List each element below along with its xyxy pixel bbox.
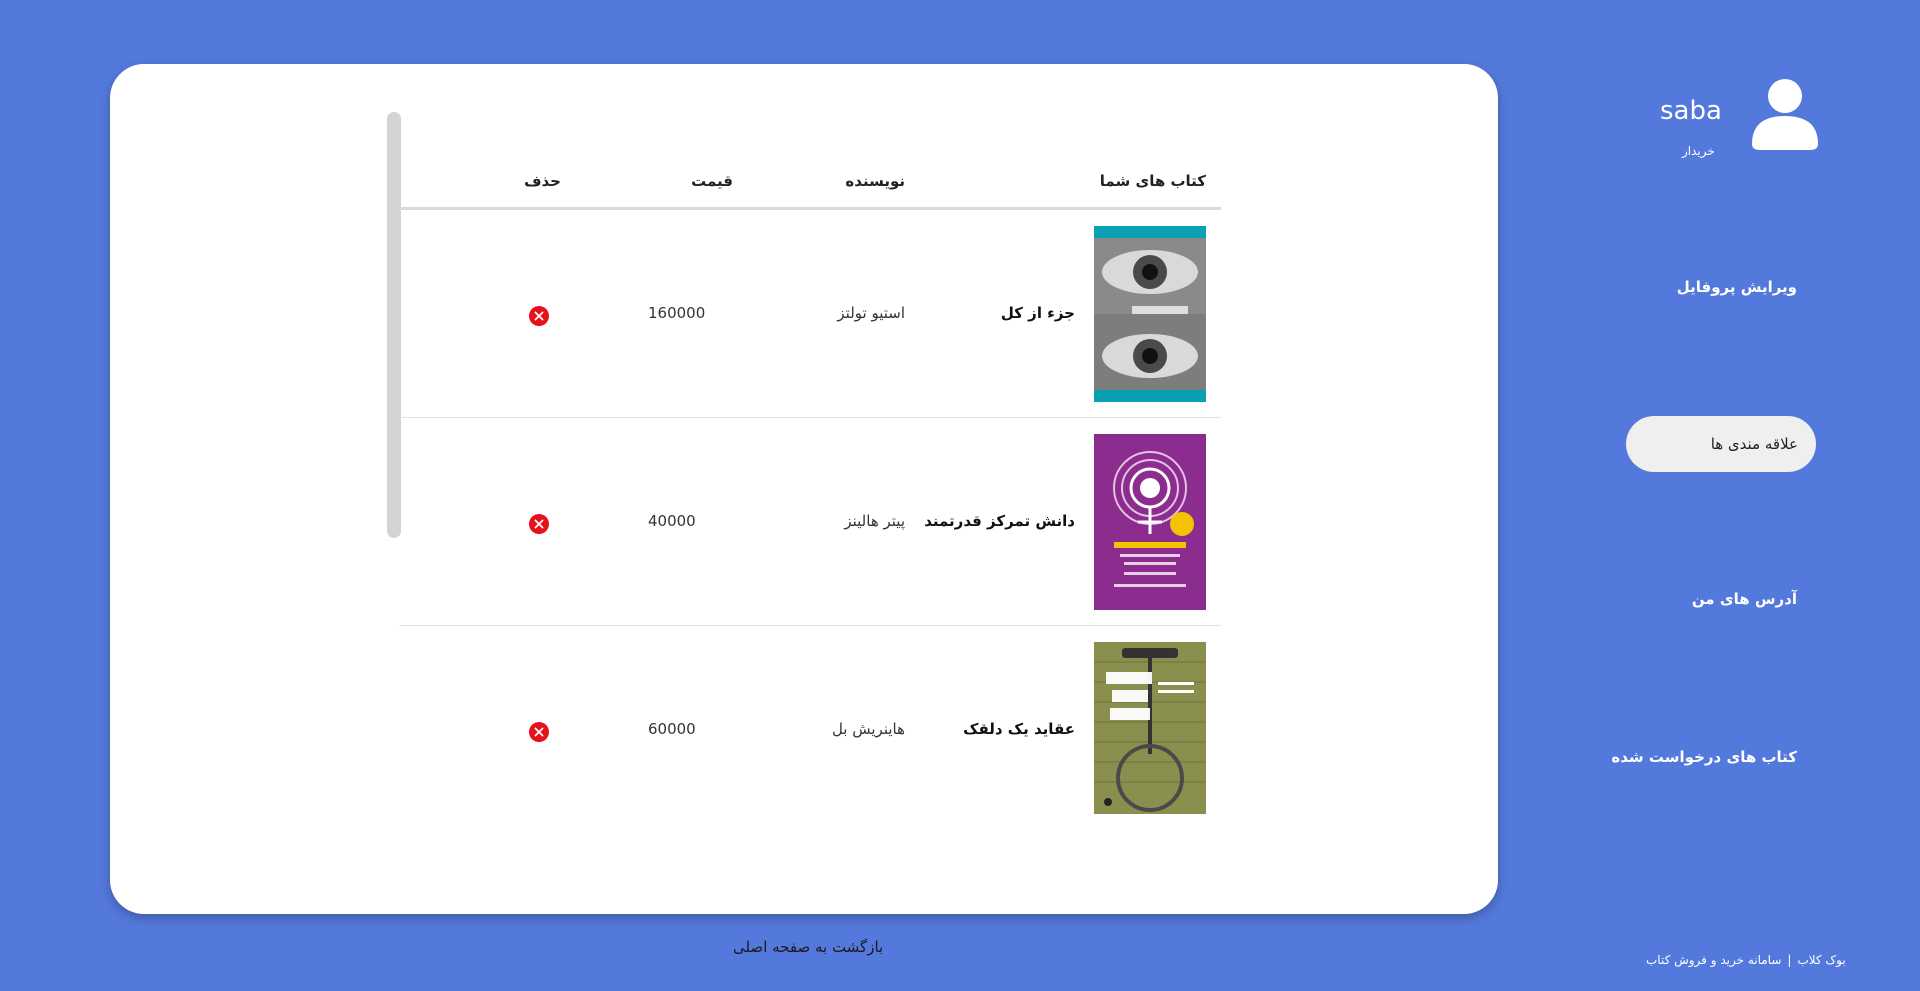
book-title[interactable]: عقاید یک دلقک (963, 720, 1075, 738)
nav-favorites[interactable]: علاقه مندی ها (1626, 416, 1816, 472)
table-row: عقاید یک دلقک هاینریش بل 60000 (399, 626, 1221, 834)
header-author: نویسنده (845, 172, 905, 190)
table-row: جزء از کل استیو تولتز 160000 (399, 210, 1221, 418)
nav-requested-books[interactable]: کتاب های درخواست شده (1611, 748, 1797, 766)
book-title[interactable]: دانش تمرکز قدرتمند (924, 512, 1075, 530)
footer: بوک کلاب | سامانه خرید و فروش کتاب (1646, 953, 1846, 967)
nav-my-addresses[interactable]: آدرس های من (1692, 590, 1797, 608)
user-role: خریدار (1682, 144, 1715, 158)
delete-button[interactable] (529, 514, 549, 534)
unicycle-cover-image[interactable] (1094, 642, 1206, 814)
header-price: قیمت (691, 172, 733, 190)
footer-tagline: سامانه خرید و فروش کتاب (1646, 953, 1782, 967)
book-author: پیتر هالینز (844, 512, 905, 530)
focus-target-cover-image[interactable] (1094, 434, 1206, 610)
footer-brand: بوک کلاب (1797, 953, 1846, 967)
book-price: 60000 (648, 720, 696, 738)
header-delete: حذف (524, 172, 561, 190)
close-icon (534, 727, 544, 737)
book-author: هاینریش بل (831, 720, 905, 738)
delete-button[interactable] (529, 306, 549, 326)
book-title[interactable]: جزء از کل (1001, 304, 1075, 322)
wishlist-table: کتاب های شما نویسنده قیمت حذف جزء از کل (399, 150, 1221, 834)
back-to-home-link[interactable]: بازگشت به صفحه اصلی (733, 938, 883, 956)
nav-edit-profile[interactable]: ویرایش پروفایل (1677, 278, 1797, 296)
nav-favorites-label: علاقه مندی ها (1710, 435, 1798, 453)
book-price: 160000 (648, 304, 706, 322)
table-row: دانش تمرکز قدرتمند پیتر هالینز 40000 (399, 418, 1221, 626)
close-icon (534, 311, 544, 321)
delete-button[interactable] (529, 722, 549, 742)
table-header: کتاب های شما نویسنده قیمت حذف (399, 150, 1221, 210)
username: saba (1660, 96, 1722, 126)
header-books: کتاب های شما (1099, 172, 1206, 190)
book-author: استیو تولتز (837, 304, 905, 322)
avatar-icon (1752, 78, 1818, 150)
footer-separator: | (1787, 953, 1792, 967)
eye-cover-image[interactable] (1094, 226, 1206, 402)
close-icon (534, 519, 544, 529)
book-price: 40000 (648, 512, 696, 530)
